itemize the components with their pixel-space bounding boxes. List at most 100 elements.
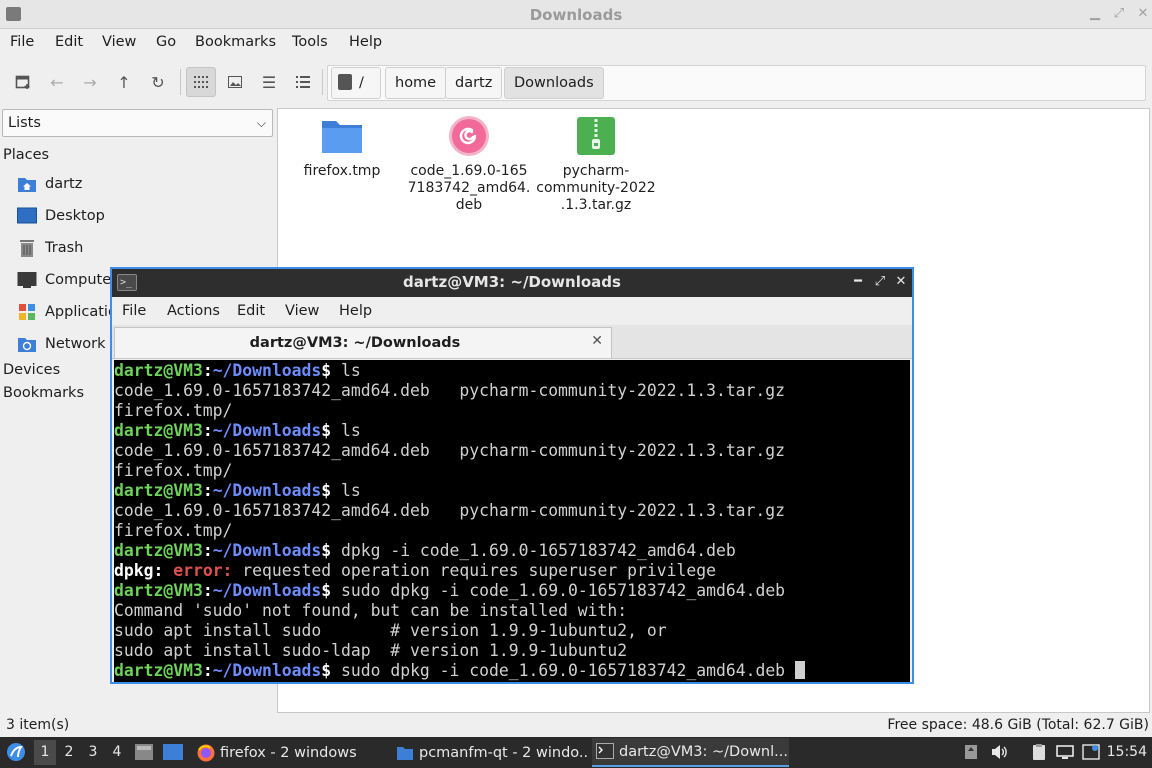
minimize-icon[interactable]: ━ xyxy=(850,274,866,290)
sidebar-item-trash[interactable]: Trash xyxy=(17,237,83,259)
menu-go[interactable]: Go xyxy=(156,34,176,50)
thumbnail-view-icon[interactable] xyxy=(220,67,250,97)
terminal-tab-bar: dartz@VM3: ~/Downloads ✕ xyxy=(112,325,912,359)
terminal-menu-view[interactable]: View xyxy=(285,303,319,319)
prompt-user: dartz@VM3 xyxy=(114,541,203,560)
reload-icon[interactable]: ↻ xyxy=(143,67,173,97)
terminal-line: dartz@VM3:~/Downloads$ ls xyxy=(114,481,910,501)
close-icon[interactable]: ✕ xyxy=(1135,6,1151,22)
terminal-line: dpkg: error: requested operation require… xyxy=(114,561,910,581)
prompt-path: ~/Downloads xyxy=(212,481,322,500)
output-text: firefox.tmp/ xyxy=(114,521,233,540)
terminal-menu-actions[interactable]: Actions xyxy=(167,303,220,319)
sidebar-item-network[interactable]: Network xyxy=(17,333,106,355)
start-menu-icon[interactable] xyxy=(6,742,26,766)
terminal-line: sudo apt install sudo-ldap # version 1.9… xyxy=(114,641,910,661)
network-icon xyxy=(17,335,37,353)
show-desktop-icon[interactable] xyxy=(162,743,184,765)
menu-help[interactable]: Help xyxy=(349,34,382,50)
maximize-icon[interactable]: ⤢ xyxy=(872,274,888,290)
prompt-user: dartz@VM3 xyxy=(114,421,203,440)
terminal-menu-file[interactable]: File xyxy=(122,303,146,319)
maximize-icon[interactable]: ⤢ xyxy=(1111,6,1127,22)
clipboard-icon[interactable] xyxy=(1030,743,1048,761)
prompt-symbol: $ xyxy=(321,421,332,440)
breadcrumb-root[interactable]: / xyxy=(331,67,381,99)
command-text: sudo dpkg -i code_1.69.0-1657183742_amd6… xyxy=(331,661,786,680)
terminal-menu-help[interactable]: Help xyxy=(339,303,372,319)
output-text: firefox.tmp/ xyxy=(114,401,233,420)
terminal-output[interactable]: dartz@VM3:~/Downloads$ ls code_1.69.0-165… xyxy=(114,360,910,682)
free-space: Free space: 48.6 GiB (Total: 62.7 GiB) xyxy=(887,717,1149,733)
firefox-icon xyxy=(197,744,215,762)
workspace-3[interactable]: 3 xyxy=(82,740,104,765)
devices-heading[interactable]: Devices xyxy=(3,362,60,378)
close-icon[interactable]: ✕ xyxy=(893,274,909,290)
sidebar-item-desktop[interactable]: Desktop xyxy=(17,205,105,227)
taskbar: 1 2 3 4 firefox - 2 windows pcmanfm-qt -… xyxy=(0,737,1152,768)
menu-edit[interactable]: Edit xyxy=(55,34,83,50)
terminal-window[interactable]: >_ dartz@VM3: ~/Downloads ━ ⤢ ✕ File Act… xyxy=(110,267,914,684)
task-firefox[interactable]: firefox - 2 windows xyxy=(193,738,388,767)
breadcrumb-downloads[interactable]: Downloads xyxy=(504,67,604,99)
network-status-icon[interactable] xyxy=(1056,743,1074,761)
path-bar: / home dartz Downloads xyxy=(327,65,1146,101)
up-arrow-icon[interactable]: ↑ xyxy=(109,67,139,97)
bookmarks-heading[interactable]: Bookmarks xyxy=(3,385,84,401)
debian-package-icon xyxy=(448,115,490,157)
sidebar-item-dartz[interactable]: dartz xyxy=(17,173,82,195)
prompt-path: ~/Downloads xyxy=(212,581,322,600)
terminal-line: firefox.tmp/ xyxy=(114,401,910,421)
output-text: sudo apt install sudo-ldap # version 1.9… xyxy=(114,641,628,660)
prompt-symbol: $ xyxy=(321,541,332,560)
error-program: dpkg: xyxy=(114,561,164,580)
prompt-separator: : xyxy=(202,361,213,380)
prompt-path: ~/Downloads xyxy=(212,361,322,380)
tab-close-icon[interactable]: ✕ xyxy=(591,333,603,349)
breadcrumb-home[interactable]: home xyxy=(385,67,447,99)
prompt-user: dartz@VM3 xyxy=(114,661,203,680)
file-item-firefox-tmp[interactable]: firefox.tmp xyxy=(277,115,407,180)
output-text: firefox.tmp/ xyxy=(114,461,233,480)
file-item-pycharm-archive[interactable]: pycharm- community-2022 .1.3.tar.gz xyxy=(531,115,661,214)
status-bar: 3 item(s) Free space: 48.6 GiB (Total: 6… xyxy=(0,713,1152,737)
terminal-tab[interactable]: dartz@VM3: ~/Downloads ✕ xyxy=(114,327,612,358)
prompt-user: dartz@VM3 xyxy=(114,481,203,500)
places-heading[interactable]: Places xyxy=(3,147,49,163)
volume-icon[interactable] xyxy=(990,743,1008,761)
output-text: code_1.69.0-1657183742_amd64.deb pycharm… xyxy=(114,441,786,460)
terminal-menu-edit[interactable]: Edit xyxy=(237,303,265,319)
home-folder-icon xyxy=(17,175,37,193)
workspace-2[interactable]: 2 xyxy=(58,740,80,765)
tray-updates-icon[interactable] xyxy=(962,743,980,761)
breadcrumb-dartz[interactable]: dartz xyxy=(445,67,503,99)
workspace-4[interactable]: 4 xyxy=(106,740,128,765)
icon-view-icon[interactable] xyxy=(186,67,216,97)
minimize-icon[interactable]: ▁ xyxy=(1087,6,1103,22)
terminal-line: dartz@VM3:~/Downloads$ sudo dpkg -i code… xyxy=(114,581,910,601)
desktop-icon xyxy=(17,207,37,225)
command-text: ls xyxy=(331,421,361,440)
menu-view[interactable]: View xyxy=(102,34,136,50)
detailed-list-icon[interactable] xyxy=(288,67,318,97)
back-arrow-icon[interactable]: ← xyxy=(42,67,72,97)
quicklaunch-files-icon[interactable] xyxy=(134,743,154,765)
prompt-separator: : xyxy=(202,661,213,680)
prompt-path: ~/Downloads xyxy=(212,661,322,680)
task-pcmanfm[interactable]: pcmanfm-qt - 2 windo... xyxy=(392,738,588,767)
sidebar-mode-select[interactable]: Lists ⌵ xyxy=(2,109,273,137)
task-terminal[interactable]: dartz@VM3: ~/Downl... xyxy=(592,738,789,767)
sidebar-item-computer[interactable]: Computer xyxy=(17,269,117,291)
forward-arrow-icon[interactable]: → xyxy=(75,67,105,97)
command-text: sudo dpkg -i code_1.69.0-1657183742_amd6… xyxy=(331,581,786,600)
new-tab-icon[interactable] xyxy=(8,67,38,97)
menu-file[interactable]: File xyxy=(10,34,34,50)
compact-view-icon[interactable]: ☰ xyxy=(254,67,284,97)
file-item-code-deb[interactable]: code_1.69.0-165 7183742_amd64. deb xyxy=(404,115,534,214)
workspace-1[interactable]: 1 xyxy=(34,740,56,765)
window-title: Downloads xyxy=(529,6,623,24)
menu-tools[interactable]: Tools xyxy=(292,34,328,50)
menu-bookmarks[interactable]: Bookmarks xyxy=(195,34,276,50)
notifications-icon[interactable] xyxy=(1082,743,1100,761)
terminal-line: dartz@VM3:~/Downloads$ sudo dpkg -i code… xyxy=(114,661,910,681)
